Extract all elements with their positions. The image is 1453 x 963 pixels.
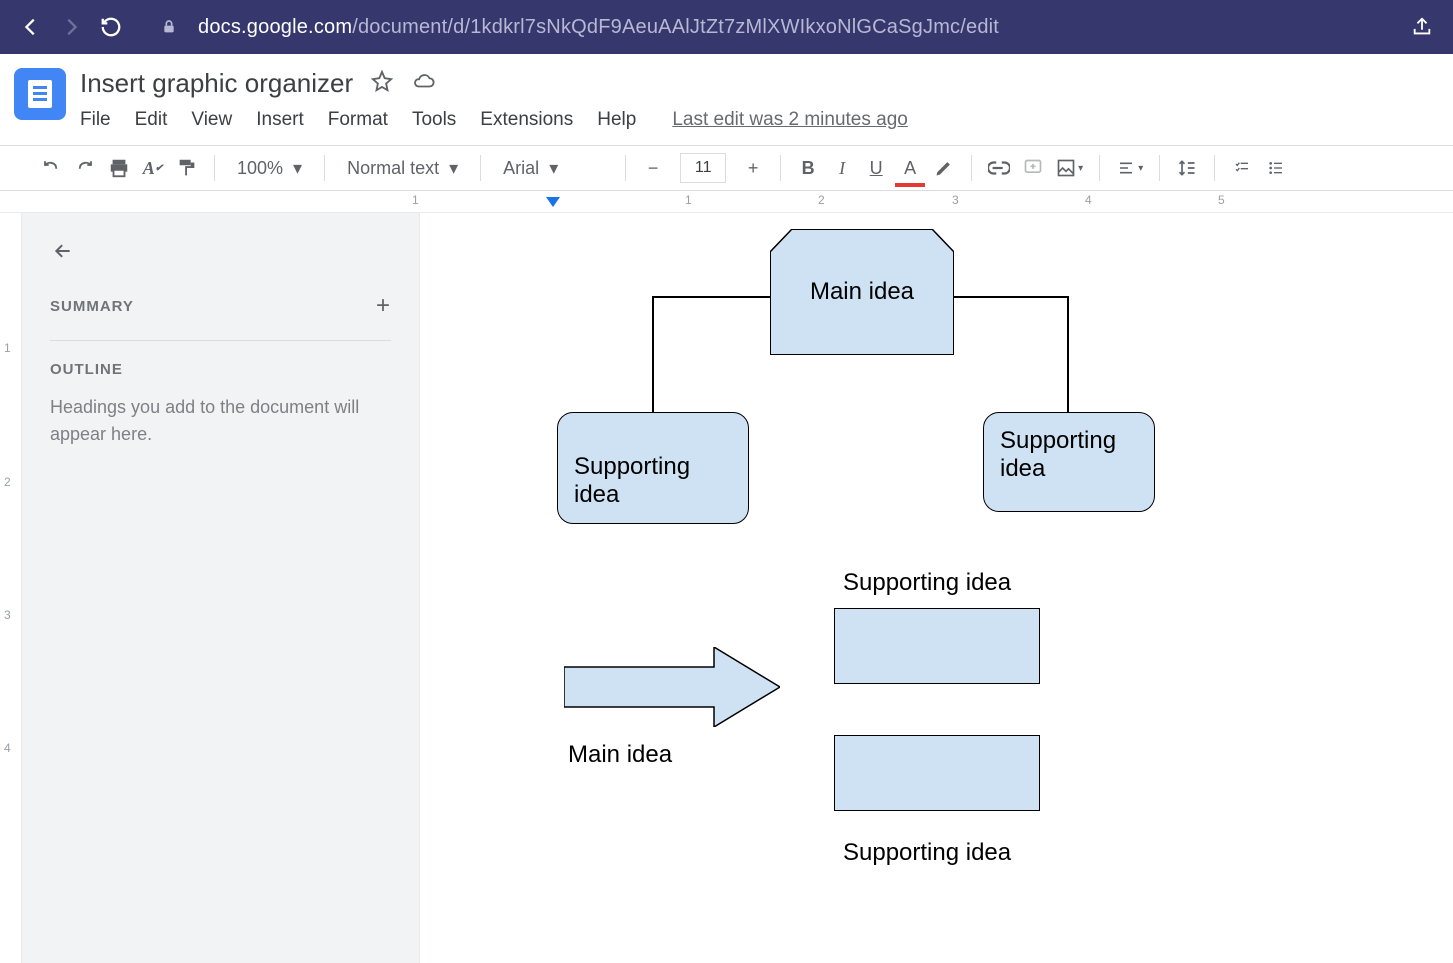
docs-logo[interactable] — [14, 68, 66, 120]
outline-sidebar: SUMMARY + OUTLINE Headings you add to th… — [22, 213, 420, 963]
checklist-button[interactable] — [1227, 153, 1257, 183]
summary-heading: SUMMARY — [50, 298, 134, 315]
bulleted-list-button[interactable] — [1261, 153, 1291, 183]
share-icon[interactable] — [1411, 16, 1433, 38]
url-bar[interactable]: docs.google.com/document/d/1kdkrl7sNkQdF… — [198, 16, 999, 39]
print-button[interactable] — [104, 153, 134, 183]
font-size-decrease[interactable]: − — [638, 153, 668, 183]
doc-title[interactable]: Insert graphic organizer — [80, 68, 353, 99]
line-spacing-button[interactable] — [1172, 153, 1202, 183]
cloud-saved-icon[interactable] — [411, 70, 437, 97]
paint-format-button[interactable] — [172, 153, 202, 183]
browser-bar: docs.google.com/document/d/1kdkrl7sNkQdF… — [0, 0, 1453, 54]
connector-line — [652, 296, 770, 298]
toolbar: A✔ 100%▾ Normal text▾ Arial▾ − 11 + B I … — [0, 145, 1453, 191]
indent-marker-icon[interactable] — [546, 197, 560, 207]
nav-back-icon[interactable] — [20, 16, 42, 38]
menu-file[interactable]: File — [80, 109, 111, 131]
label-supporting-bottom: Supporting idea — [843, 839, 1011, 867]
label-main-bottom: Main idea — [568, 741, 672, 769]
chevron-down-icon: ▾ — [549, 158, 558, 179]
url-path: /document/d/1kdkrl7sNkQdF9AeuAAlJtZt7zMl… — [352, 16, 999, 38]
zoom-select[interactable]: 100%▾ — [227, 158, 312, 179]
doc-header: Insert graphic organizer File Edit View … — [0, 54, 1453, 131]
spellcheck-button[interactable]: A✔ — [138, 153, 168, 183]
add-summary-button[interactable]: + — [376, 292, 391, 320]
document-canvas[interactable]: Main idea Supporting idea Supporting ide… — [420, 213, 1453, 963]
menu-help[interactable]: Help — [597, 109, 636, 131]
outline-placeholder: Headings you add to the document will ap… — [50, 394, 391, 448]
italic-button[interactable]: I — [827, 153, 857, 183]
undo-button[interactable] — [36, 153, 66, 183]
add-comment-button[interactable] — [1018, 153, 1048, 183]
nav-forward-icon[interactable] — [60, 16, 82, 38]
sidebar-collapse-button[interactable] — [50, 237, 391, 268]
menu-extensions[interactable]: Extensions — [480, 109, 573, 131]
menu-tools[interactable]: Tools — [412, 109, 456, 131]
font-select[interactable]: Arial▾ — [493, 158, 613, 179]
menu-edit[interactable]: Edit — [135, 109, 168, 131]
outline-heading: OUTLINE — [50, 361, 391, 378]
chevron-down-icon: ▾ — [449, 158, 458, 179]
lock-icon — [158, 16, 180, 38]
connector-line — [652, 296, 654, 412]
connector-line — [950, 296, 1068, 298]
shape-rect-1[interactable] — [834, 608, 1040, 684]
label-supporting-top: Supporting idea — [843, 569, 1011, 597]
shape-rect-2[interactable] — [834, 735, 1040, 811]
menu-format[interactable]: Format — [328, 109, 388, 131]
url-host: docs.google.com — [198, 16, 352, 38]
bold-button[interactable]: B — [793, 153, 823, 183]
shape-supporting-right[interactable]: Supporting idea — [983, 412, 1155, 512]
shape-label: Supporting idea — [984, 413, 1154, 497]
underline-button[interactable]: U — [861, 153, 891, 183]
edit-status[interactable]: Last edit was 2 minutes ago — [672, 109, 908, 131]
horizontal-ruler[interactable]: 1 1 2 3 4 5 — [0, 191, 1453, 213]
arrow-shape[interactable] — [564, 647, 780, 727]
style-select[interactable]: Normal text▾ — [337, 158, 468, 179]
menu-row: File Edit View Insert Format Tools Exten… — [80, 109, 908, 131]
shape-label: Supporting idea — [558, 413, 748, 523]
highlight-button[interactable] — [929, 153, 959, 183]
insert-link-button[interactable] — [984, 153, 1014, 183]
text-color-button[interactable]: A — [895, 153, 925, 183]
menu-insert[interactable]: Insert — [256, 109, 304, 131]
menu-view[interactable]: View — [191, 109, 232, 131]
chevron-down-icon: ▾ — [293, 158, 302, 179]
vertical-ruler[interactable]: 1 2 3 4 — [0, 213, 22, 963]
star-icon[interactable] — [371, 70, 393, 97]
insert-image-button[interactable]: ▾ — [1052, 153, 1087, 183]
nav-reload-icon[interactable] — [100, 16, 122, 38]
font-size-increase[interactable]: + — [738, 153, 768, 183]
align-button[interactable]: ▾ — [1112, 153, 1147, 183]
connector-line — [1067, 296, 1069, 412]
font-size-input[interactable]: 11 — [680, 153, 726, 183]
redo-button[interactable] — [70, 153, 100, 183]
shape-supporting-left[interactable]: Supporting idea — [557, 412, 749, 524]
